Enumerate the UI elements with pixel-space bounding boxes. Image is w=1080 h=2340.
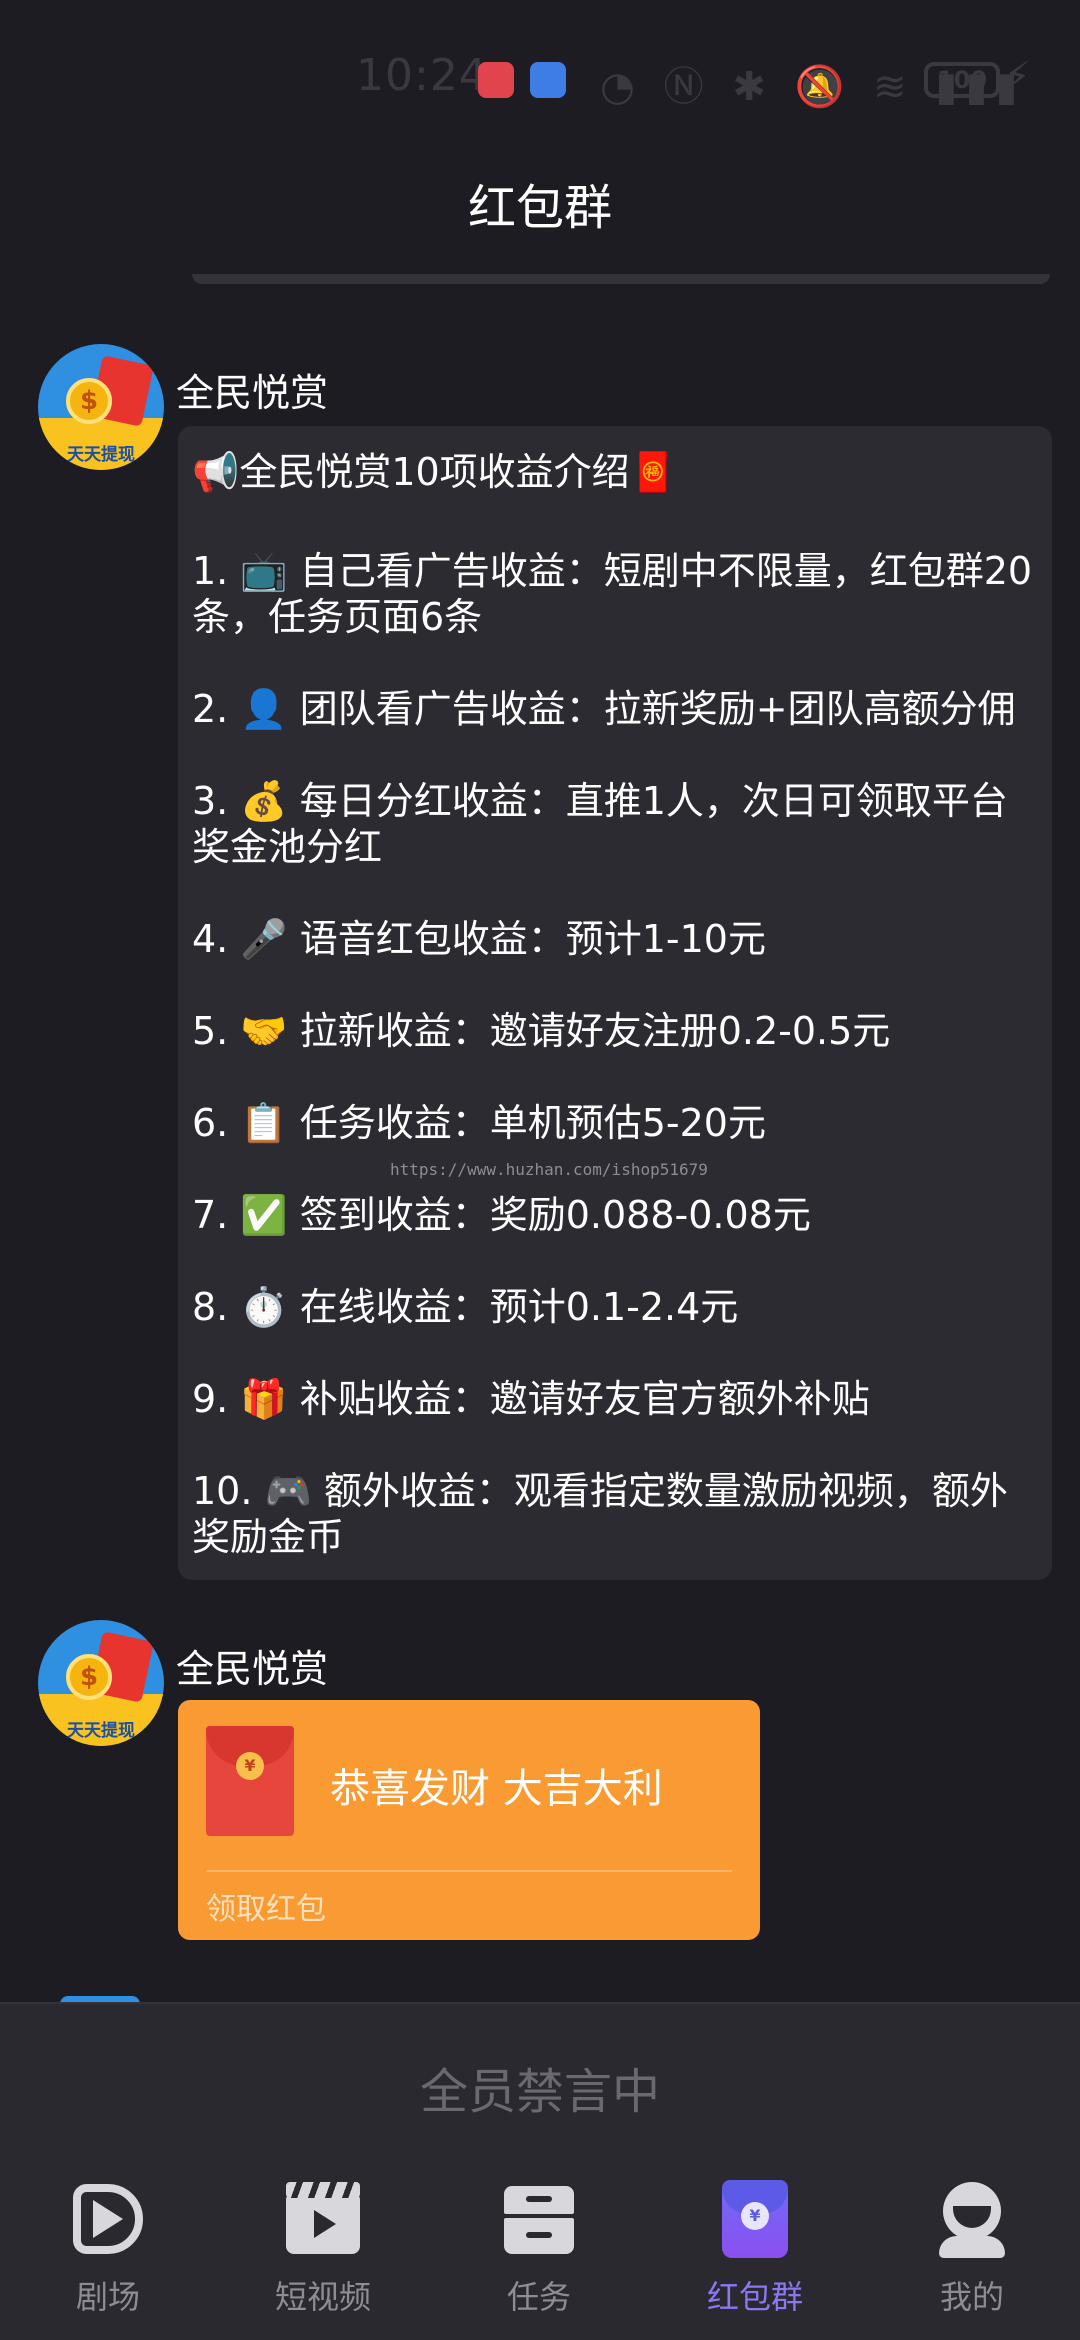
tab-label: 剧场 [75, 2278, 140, 2316]
charging-icon: ⚡ [1004, 54, 1031, 98]
list-item: 1. 📺 自己看广告收益：短剧中不限量，红包群20条，任务页面6条 [192, 549, 1033, 639]
coin-icon: $ [66, 1654, 112, 1700]
bottom-tab-bar: 剧场 短视频 任务 ¥ 红包群 我的 [0, 2152, 1080, 2340]
message-bubble[interactable]: 📢全民悦赏10项收益介绍🧧 1. 📺 自己看广告收益：短剧中不限量，红包群20条… [178, 426, 1052, 1580]
play-icon [69, 2180, 147, 2258]
tab-tasks[interactable]: 任务 [459, 2180, 619, 2330]
tab-label: 我的 [939, 2278, 1004, 2316]
tab-label: 短视频 [274, 2278, 371, 2316]
tab-label: 红包群 [706, 2278, 803, 2316]
red-packet-card[interactable]: ¥ 恭喜发财 大吉大利 领取红包 [178, 1700, 760, 1940]
red-packet-icon: ¥ [716, 2180, 794, 2258]
list-item: 8. ⏱️ 在线收益：预计0.1-2.4元 [192, 1285, 739, 1329]
mute-status: 全员禁言中 [419, 2064, 660, 2120]
avatar-caption: 天天提现 [67, 1721, 135, 1741]
list-item: 10. 🎮 额外收益：观看指定数量激励视频，额外奖励金币 [192, 1469, 1008, 1559]
tab-red-packet-group[interactable]: ¥ 红包群 [675, 2180, 835, 2330]
red-packet-icon: ¥ [206, 1726, 294, 1836]
sender-avatar[interactable]: $ 天天提现 [38, 1620, 164, 1746]
list-item: 3. 💰 每日分红收益：直推1人，次日可领取平台奖金池分红 [192, 779, 1008, 869]
profile-icon [933, 2180, 1011, 2258]
app-screen: 10:24 ◔ Ⓝ ✱ 🔕 ≋ ▮▮▮ 100 ⚡ 红包群 $ 天天提现 全民悦… [0, 0, 1080, 2340]
status-bar: 10:24 ◔ Ⓝ ✱ 🔕 ≋ ▮▮▮ 100 ⚡ [0, 40, 1080, 120]
sender-name: 全民悦赏 [176, 1647, 329, 1691]
watermark: https://www.huzhan.com/ishop51679 [390, 1160, 708, 1179]
sender-avatar[interactable]: $ 天天提现 [38, 344, 164, 470]
avatar-caption: 天天提现 [67, 445, 135, 465]
tab-profile[interactable]: 我的 [892, 2180, 1052, 2330]
divider [206, 1870, 732, 1872]
list-item: 9. 🎁 补贴收益：邀请好友官方额外补贴 [192, 1377, 870, 1421]
coin-icon: $ [66, 378, 112, 424]
yuan-seal-icon: ¥ [236, 1752, 264, 1780]
tab-theater[interactable]: 剧场 [28, 2180, 188, 2330]
red-packet-greeting: 恭喜发财 大吉大利 [330, 1766, 663, 1812]
sender-name: 全民悦赏 [176, 371, 329, 415]
clapperboard-icon [284, 2180, 362, 2258]
task-box-icon [500, 2180, 578, 2258]
previous-message-edge [192, 274, 1050, 284]
status-time: 10:24 [356, 50, 488, 101]
usb-icon [530, 62, 566, 98]
claim-red-packet-label: 领取红包 [206, 1892, 326, 1927]
list-item: 4. 🎤 语音红包收益：预计1-10元 [192, 917, 766, 961]
list-item: 2. 👤 团队看广告收益：拉新奖励+团队高额分佣 [192, 687, 1016, 731]
huawei-app-icon [478, 62, 514, 98]
page-title: 红包群 [467, 180, 612, 236]
tab-label: 任务 [506, 2278, 571, 2316]
list-item: 5. 🤝 拉新收益：邀请好友注册0.2-0.5元 [192, 1009, 891, 1053]
list-item: 6. 📋 任务收益：单机预估5-20元 [192, 1101, 766, 1145]
list-item: 7. ✅ 签到收益：奖励0.088-0.08元 [192, 1193, 811, 1237]
battery-icon: 100 [924, 62, 1000, 98]
message-title: 📢全民悦赏10项收益介绍🧧 [192, 450, 677, 494]
tab-short-video[interactable]: 短视频 [243, 2180, 403, 2330]
chat-input-bar: 全员禁言中 [0, 2002, 1080, 2152]
